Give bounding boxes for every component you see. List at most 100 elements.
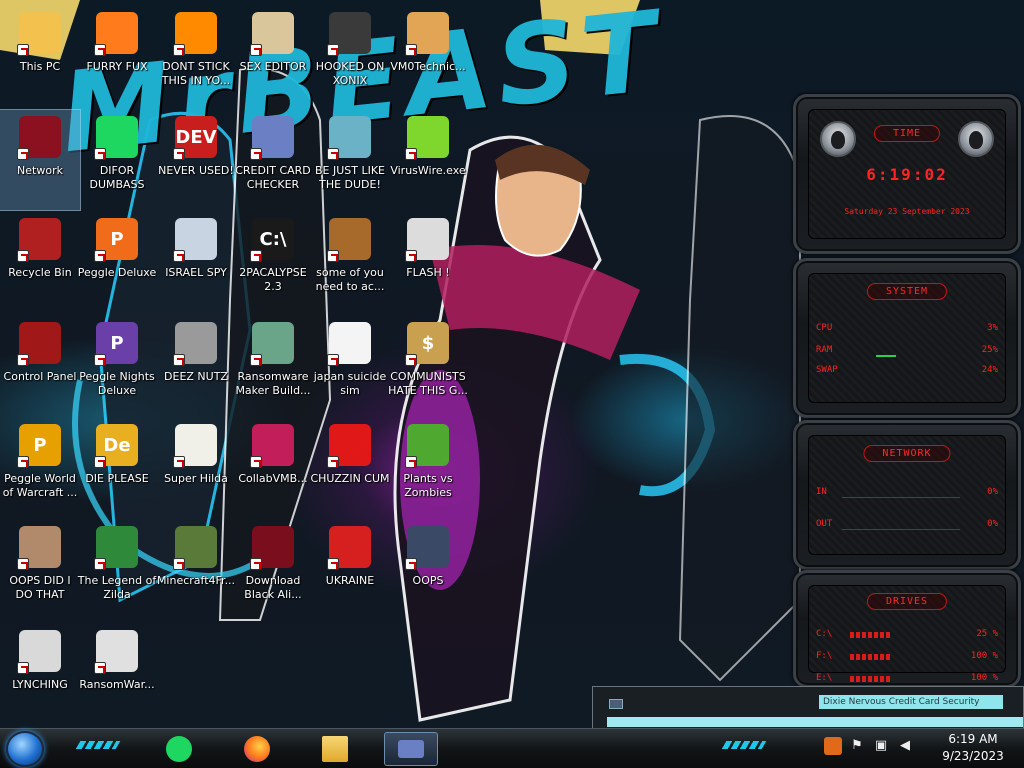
desktop-icon[interactable]: ISRAEL SPY (156, 212, 236, 312)
desktop-icon[interactable]: Plants vs Zombies (388, 418, 468, 518)
desktop-icon-label: LYNCHING (12, 678, 68, 691)
desktop-icon[interactable]: Recycle Bin (0, 212, 80, 312)
hxd-icon (250, 12, 294, 56)
taskbar-file-explorer-button[interactable] (308, 732, 362, 766)
system-gadget[interactable]: SYSTEM CPU 3% RAM 25% SWAP 24% (793, 258, 1021, 418)
drives-gadget[interactable]: DRIVES C:\ 25 % F:\ 100 % E:\ 100 % (793, 570, 1021, 688)
desktop-icon[interactable]: OOPS DID I DO THAT (0, 520, 80, 620)
skull-icon (94, 630, 138, 674)
desktop-icon-label: DEEZ NUTZ (164, 370, 228, 383)
icon-glyph: P (110, 228, 124, 250)
desktop-icon[interactable]: Super Hilda (156, 418, 236, 518)
notification-window[interactable]: Dixie Nervous Credit Card Security (592, 686, 1024, 730)
icon-glyph: P (33, 434, 47, 456)
desktop-icon[interactable]: some of you need to ac... (310, 212, 390, 312)
window-icon (609, 699, 623, 709)
desktop-icon[interactable]: De DIE PLEASE (77, 418, 157, 518)
shortcut-arrow-icon (327, 44, 339, 56)
taskbar-clock[interactable]: 6:19 AM 9/23/2023 (928, 731, 1018, 767)
network-gadget[interactable]: NETWORK IN 0% OUT 0% (793, 420, 1021, 570)
desktop-icon[interactable]: FURRY FUX (77, 6, 157, 106)
shortcut-arrow-icon (94, 456, 106, 468)
credit-card-icon (398, 740, 424, 758)
folder-icon (322, 736, 348, 762)
firefox-icon (94, 12, 138, 56)
desktop-icon[interactable]: DIFOR DUMBASS (77, 110, 157, 210)
taskbar-credit-card-button[interactable] (384, 732, 438, 766)
shortcut-arrow-icon (17, 44, 29, 56)
shortcut-arrow-icon (405, 456, 417, 468)
desktop-icon[interactable]: P Peggle Deluxe (77, 212, 157, 312)
desktop-icon[interactable]: RansomWar... (77, 624, 157, 724)
taskbar-firefox-button[interactable] (230, 732, 284, 766)
drive-f-value: 100 % (970, 651, 998, 661)
drive-f-label: F:\ (816, 651, 833, 661)
shortcut-arrow-icon (250, 250, 262, 262)
start-button[interactable] (6, 731, 44, 767)
dude-icon (327, 116, 371, 160)
peggle-icon: P (94, 218, 138, 262)
desktop-icon[interactable]: Control Panel (0, 316, 80, 416)
desktop-icon-label: ISRAEL SPY (165, 266, 227, 279)
desktop-icon-label: RansomWar... (79, 678, 155, 691)
desktop-icon[interactable]: DEEZ NUTZ (156, 316, 236, 416)
desktop-icon-label: OOPS (412, 574, 444, 587)
desktop-icon[interactable]: VM0Technic... (388, 6, 468, 106)
desktop-icon-label: Control Panel (3, 370, 77, 383)
control-panel-icon (17, 322, 61, 366)
desktop-icon-label: Download Black Ali... (244, 574, 302, 601)
desktop-icon[interactable]: P Peggle Nights Deluxe (77, 316, 157, 416)
desktop-icon[interactable]: japan suicide sim (310, 316, 390, 416)
shortcut-arrow-icon (17, 148, 29, 160)
desktop-icon[interactable]: Ransomware Maker Build... (233, 316, 313, 416)
time-gadget[interactable]: TIME 6:19:02 Saturday 23 September 2023 (793, 94, 1021, 254)
ransomware-builder-icon (250, 322, 294, 366)
desktop-icon-label: DIFOR DUMBASS (89, 164, 145, 191)
desktop-icon[interactable]: $ COMMUNISTS HATE THIS G... (388, 316, 468, 416)
desktop-icon[interactable]: DEV NEVER USED! (156, 110, 236, 210)
volume-icon[interactable]: ◀ (896, 737, 914, 755)
desktop-icon-label: FLASH ! (406, 266, 450, 279)
desktop-icon[interactable]: DONT STICK THIS IN YO... (156, 6, 236, 106)
fl-studio-icon[interactable] (824, 737, 842, 755)
shortcut-arrow-icon (17, 456, 29, 468)
shortcut-arrow-icon (173, 148, 185, 160)
notification-bar (607, 717, 1023, 727)
desktop-icon[interactable]: CollabVMB... (233, 418, 313, 518)
document-icon (327, 322, 371, 366)
desktop-icon[interactable]: SEX EDITOR (233, 6, 313, 106)
desktop-icon[interactable]: CHUZZIN CUM (310, 418, 390, 518)
shortcut-arrow-icon (250, 456, 262, 468)
desktop-icon[interactable]: LYNCHING (0, 624, 80, 724)
desktop-icon-label: japan suicide sim (313, 370, 387, 397)
desktop-icon[interactable]: CREDIT CARD CHECKER (233, 110, 313, 210)
desktop-icon-label: OOPS DID I DO THAT (9, 574, 71, 601)
taskbar-spotify-button[interactable] (152, 732, 206, 766)
desktop-icon[interactable]: C:\ 2PACALYPSE 2.3 (233, 212, 313, 312)
swap-value: 24% (981, 365, 998, 375)
desktop-icon[interactable]: BE JUST LIKE THE DUDE! (310, 110, 390, 210)
desktop-icon[interactable]: Network (0, 109, 81, 211)
drive-f-row: F:\ 100 % (816, 651, 998, 663)
portrait-icon (17, 526, 61, 570)
desktop-icon[interactable]: This PC (0, 6, 80, 106)
desktop-icon[interactable]: The Legend of Zilda (77, 520, 157, 620)
notification-text[interactable]: Dixie Nervous Credit Card Security (819, 695, 1003, 709)
desktop-icon[interactable]: UKRAINE (310, 520, 390, 620)
shortcut-arrow-icon (173, 456, 185, 468)
shortcut-arrow-icon (327, 558, 339, 570)
flag-icon[interactable]: ⚑ (848, 737, 866, 755)
desktop-icon[interactable]: FLASH ! (388, 212, 468, 312)
desktop-icon[interactable]: VirusWire.exe (388, 110, 468, 210)
desktop-icon[interactable]: Minecraft4Fr... (156, 520, 236, 620)
spotify-icon (166, 736, 192, 762)
desktop-icon[interactable]: Download Black Ali... (233, 520, 313, 620)
network-icon[interactable]: ▣ (872, 737, 890, 755)
desktop-icon-label: HOOKED ON XONIX (315, 60, 385, 87)
shortcut-arrow-icon (327, 250, 339, 262)
desktop-icon[interactable]: HOOKED ON XONIX (310, 6, 390, 106)
drive-c-label: C:\ (816, 629, 833, 639)
desktop-icon-label: VirusWire.exe (390, 164, 466, 177)
desktop-icon[interactable]: P Peggle World of Warcraft ... (0, 418, 80, 518)
desktop-icon[interactable]: OOPS (388, 520, 468, 620)
